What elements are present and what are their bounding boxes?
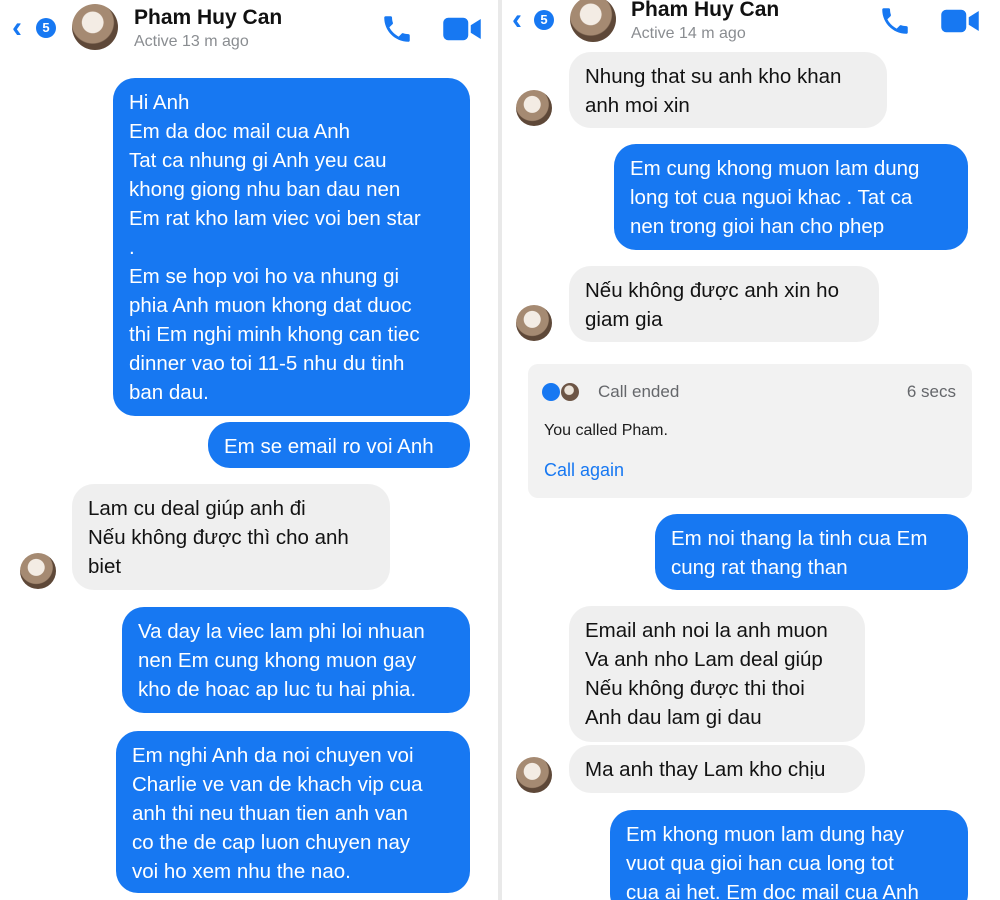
message-bubble-outgoing[interactable]: Em nghi Anh da noi chuyen voi Charlie ve…: [116, 731, 470, 893]
video-call-icon[interactable]: [442, 15, 482, 43]
sender-avatar: [516, 757, 552, 793]
contact-status: Active 13 m ago: [134, 33, 249, 50]
left-conversation-panel: ‹ 5 Pham Huy Can Active 13 m ago Hi Anh …: [0, 0, 498, 900]
call-log-card: Call ended 6 secs You called Pham. Call …: [528, 364, 972, 498]
call-status: Call ended: [598, 382, 680, 401]
contact-avatar[interactable]: [72, 4, 118, 50]
phone-call-icon[interactable]: [878, 4, 912, 38]
contact-name[interactable]: Pham Huy Can: [631, 0, 779, 22]
phone-icon: [542, 383, 560, 401]
call-again-link[interactable]: Call again: [544, 460, 624, 481]
message-bubble-outgoing[interactable]: Em se email ro voi Anh: [208, 422, 470, 468]
conversation-header: ‹ 5 Pham Huy Can Active 13 m ago: [0, 0, 498, 56]
contact-name[interactable]: Pham Huy Can: [134, 6, 282, 30]
message-bubble-outgoing[interactable]: Hi Anh Em da doc mail cua Anh Tat ca nhu…: [113, 78, 470, 416]
message-bubble-outgoing[interactable]: Em khong muon lam dung hay vuot qua gioi…: [610, 810, 968, 900]
call-description: You called Pham.: [544, 422, 668, 439]
sender-avatar: [516, 305, 552, 341]
message-bubble-incoming[interactable]: Ma anh thay Lam kho chịu: [569, 745, 865, 793]
contact-avatar[interactable]: [570, 0, 616, 42]
message-bubble-outgoing[interactable]: Em cung khong muon lam dung long tot cua…: [614, 144, 968, 250]
call-duration: 6 secs: [906, 382, 956, 401]
conversation-header: ‹ 5 Pham Huy Can Active 14 m ago: [502, 0, 1000, 50]
message-bubble-incoming[interactable]: Lam cu deal giúp anh đi Nếu không được t…: [72, 484, 390, 590]
back-chevron-icon[interactable]: ‹: [512, 5, 522, 35]
phone-call-icon[interactable]: [380, 12, 414, 46]
unread-count-badge: 5: [36, 18, 56, 38]
caller-avatar: [561, 383, 579, 401]
message-bubble-incoming[interactable]: Nếu không được anh xin ho giam gia: [569, 266, 879, 342]
back-chevron-icon[interactable]: ‹: [12, 13, 22, 43]
message-bubble-outgoing[interactable]: Va day la viec lam phi loi nhuan nen Em …: [122, 607, 470, 713]
sender-avatar: [20, 553, 56, 589]
unread-count-badge: 5: [534, 10, 554, 30]
contact-status: Active 14 m ago: [631, 25, 746, 42]
sender-avatar: [516, 90, 552, 126]
video-call-icon[interactable]: [940, 7, 980, 35]
message-bubble-incoming[interactable]: Nhung that su anh kho khan anh moi xin: [569, 52, 887, 128]
right-conversation-panel: ‹ 5 Pham Huy Can Active 14 m ago Nhung t…: [502, 0, 1000, 900]
message-bubble-incoming[interactable]: Email anh noi la anh muon Va anh nho Lam…: [569, 606, 865, 742]
message-bubble-outgoing[interactable]: Em noi thang la tinh cua Em cung rat tha…: [655, 514, 968, 590]
